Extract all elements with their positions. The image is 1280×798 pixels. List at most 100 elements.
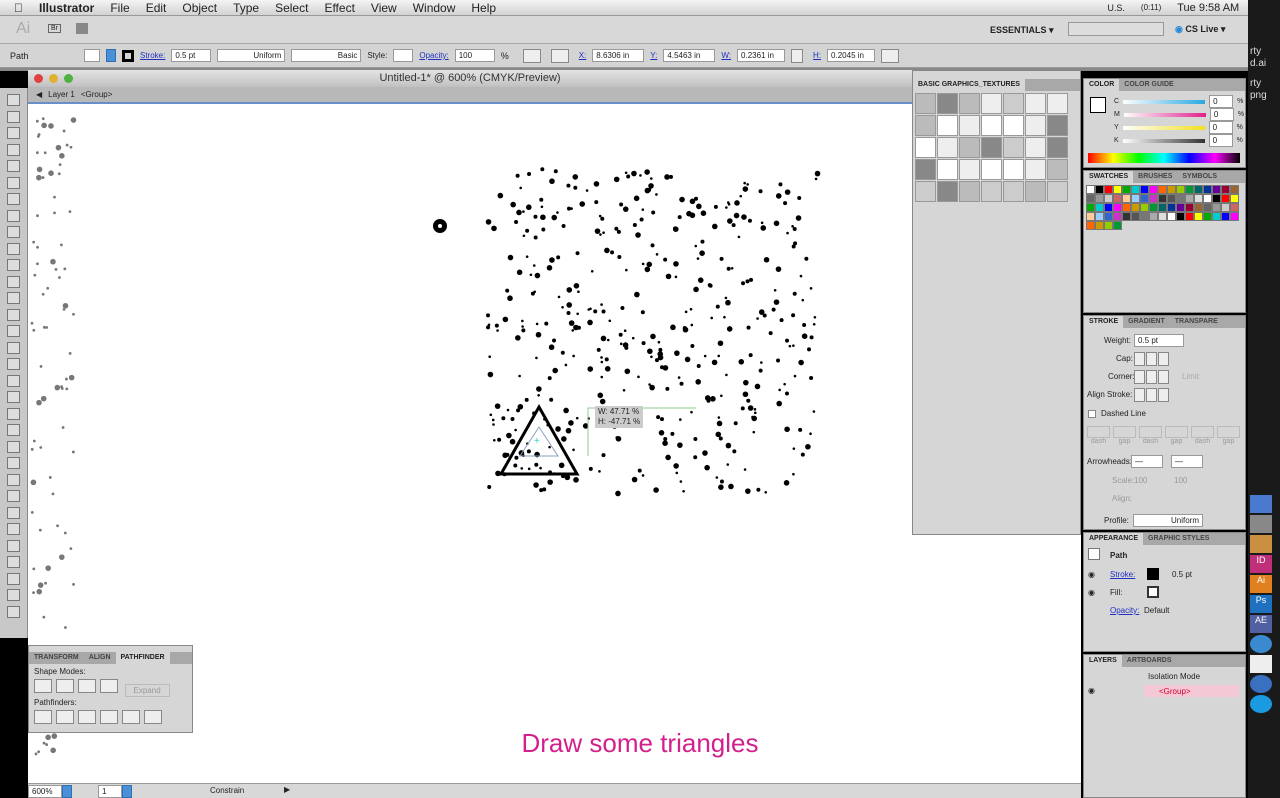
opacity-label[interactable]: Opacity:: [419, 51, 448, 60]
color-swatch[interactable]: [1086, 212, 1095, 221]
recolor-artwork-button[interactable]: [522, 48, 541, 63]
tool-button[interactable]: [7, 589, 20, 601]
tool-button[interactable]: [7, 341, 20, 354]
eye-icon[interactable]: ◉: [1088, 686, 1095, 695]
appearance-opacity-value[interactable]: Default: [1144, 606, 1169, 615]
fill-swatch[interactable]: [84, 49, 100, 62]
texture-swatch[interactable]: [1003, 137, 1024, 158]
menu-object[interactable]: Object: [182, 1, 217, 15]
color-swatch[interactable]: [1176, 203, 1185, 212]
texture-swatch[interactable]: [981, 93, 1002, 114]
channel-slider[interactable]: [1122, 138, 1205, 143]
color-swatch[interactable]: [1122, 212, 1131, 221]
crop-button[interactable]: [100, 710, 118, 724]
tab-swatches[interactable]: SWATCHES: [1084, 171, 1134, 183]
menu-effect[interactable]: Effect: [324, 1, 354, 15]
texture-swatch[interactable]: [1047, 159, 1068, 180]
skype-icon[interactable]: [1250, 695, 1272, 713]
color-swatch[interactable]: [1104, 194, 1113, 203]
height-input[interactable]: 0.2045 in: [827, 49, 876, 62]
minus-back-button[interactable]: [144, 710, 162, 724]
tool-button[interactable]: [7, 292, 20, 304]
color-swatch[interactable]: [1194, 194, 1203, 203]
finder-icon[interactable]: [1250, 495, 1272, 513]
color-swatch[interactable]: [1167, 194, 1176, 203]
color-swatch[interactable]: [1113, 221, 1122, 230]
tool-button[interactable]: [7, 110, 20, 123]
stroke-weight-input[interactable]: 0.5 pt: [171, 49, 212, 62]
group-layer-name[interactable]: <Group>: [1159, 687, 1191, 696]
clock[interactable]: Tue 9:58 AM: [1177, 2, 1239, 14]
desktop-file-label[interactable]: png: [1250, 90, 1280, 102]
start-scale-input[interactable]: 100: [1134, 476, 1147, 485]
color-swatch[interactable]: [1221, 194, 1230, 203]
texture-swatch[interactable]: [959, 115, 980, 136]
miter-join-button[interactable]: [1134, 370, 1145, 384]
tool-button[interactable]: [7, 490, 20, 502]
tool-button[interactable]: [7, 325, 20, 337]
tab-color[interactable]: COLOR: [1084, 79, 1120, 91]
tool-button[interactable]: [7, 424, 20, 436]
tab-stroke[interactable]: STROKE: [1084, 316, 1124, 328]
color-swatch[interactable]: [1167, 185, 1176, 194]
tool-button[interactable]: [7, 572, 20, 585]
gap-field[interactable]: gap: [1217, 426, 1240, 445]
tool-button[interactable]: [7, 358, 20, 370]
tab-graphic-styles[interactable]: GRAPHIC STYLES: [1143, 533, 1214, 545]
color-swatch[interactable]: [1203, 194, 1212, 203]
minus-front-button[interactable]: [56, 679, 74, 693]
tab-appearance[interactable]: APPEARANCE: [1084, 533, 1144, 545]
isolate-button[interactable]: [550, 48, 569, 63]
color-swatch[interactable]: [1149, 212, 1158, 221]
color-swatch[interactable]: [1185, 203, 1194, 212]
color-swatch[interactable]: [1167, 212, 1176, 221]
app-icon[interactable]: [1250, 535, 1272, 553]
cs-live-button[interactable]: ◉ CS Live ▾: [1175, 24, 1225, 35]
tab-align[interactable]: ALIGN: [84, 652, 116, 664]
color-swatch[interactable]: [1104, 221, 1113, 230]
color-swatch[interactable]: [1212, 203, 1221, 212]
gap-field[interactable]: gap: [1165, 426, 1188, 445]
color-swatch[interactable]: [1176, 194, 1185, 203]
color-swatch[interactable]: [1140, 203, 1149, 212]
fill-stroke-indicator[interactable]: [1090, 97, 1106, 113]
color-swatch[interactable]: [1230, 185, 1239, 194]
square-cap-button[interactable]: [1158, 352, 1169, 366]
channel-value[interactable]: 0: [1209, 108, 1234, 121]
appearance-stroke-weight[interactable]: 0.5 pt: [1172, 570, 1192, 579]
color-swatch[interactable]: [1176, 185, 1185, 194]
color-swatch[interactable]: [1104, 185, 1113, 194]
texture-swatch[interactable]: [981, 137, 1002, 158]
photoshop-icon[interactable]: Ps: [1250, 595, 1272, 613]
texture-swatch[interactable]: [959, 159, 980, 180]
color-swatch[interactable]: [1122, 203, 1131, 212]
color-swatch[interactable]: [1095, 203, 1104, 212]
color-swatch[interactable]: [1221, 185, 1230, 194]
minimize-window-button[interactable]: [49, 74, 58, 83]
color-swatch[interactable]: [1203, 185, 1212, 194]
tab-transform[interactable]: TRANSFORM: [29, 652, 84, 664]
color-swatch[interactable]: [1203, 203, 1212, 212]
texture-swatch[interactable]: [981, 181, 1002, 202]
color-swatch[interactable]: [1086, 221, 1095, 230]
texture-swatch[interactable]: [1003, 93, 1024, 114]
color-swatch[interactable]: [1221, 203, 1230, 212]
bridge-button[interactable]: Br: [48, 24, 61, 33]
tool-button[interactable]: [7, 143, 20, 156]
color-swatch[interactable]: [1113, 203, 1122, 212]
dash-field[interactable]: dash: [1139, 426, 1162, 445]
align-inside-button[interactable]: [1146, 388, 1157, 402]
tool-button[interactable]: [7, 127, 20, 139]
color-swatch[interactable]: [1149, 203, 1158, 212]
appearance-stroke-link[interactable]: Stroke:: [1110, 570, 1135, 579]
weight-input[interactable]: 0.5 pt: [1134, 334, 1184, 347]
stroke-color-swatch[interactable]: [1147, 568, 1159, 580]
layer-breadcrumb[interactable]: Layer 1: [48, 90, 75, 99]
color-swatch[interactable]: [1140, 185, 1149, 194]
appearance-opacity-link[interactable]: Opacity:: [1110, 606, 1139, 615]
tool-button[interactable]: [7, 457, 20, 469]
texture-swatch[interactable]: [915, 93, 936, 114]
texture-swatch[interactable]: [1025, 181, 1046, 202]
dash-field[interactable]: dash: [1087, 426, 1110, 445]
tool-button[interactable]: [7, 242, 20, 255]
